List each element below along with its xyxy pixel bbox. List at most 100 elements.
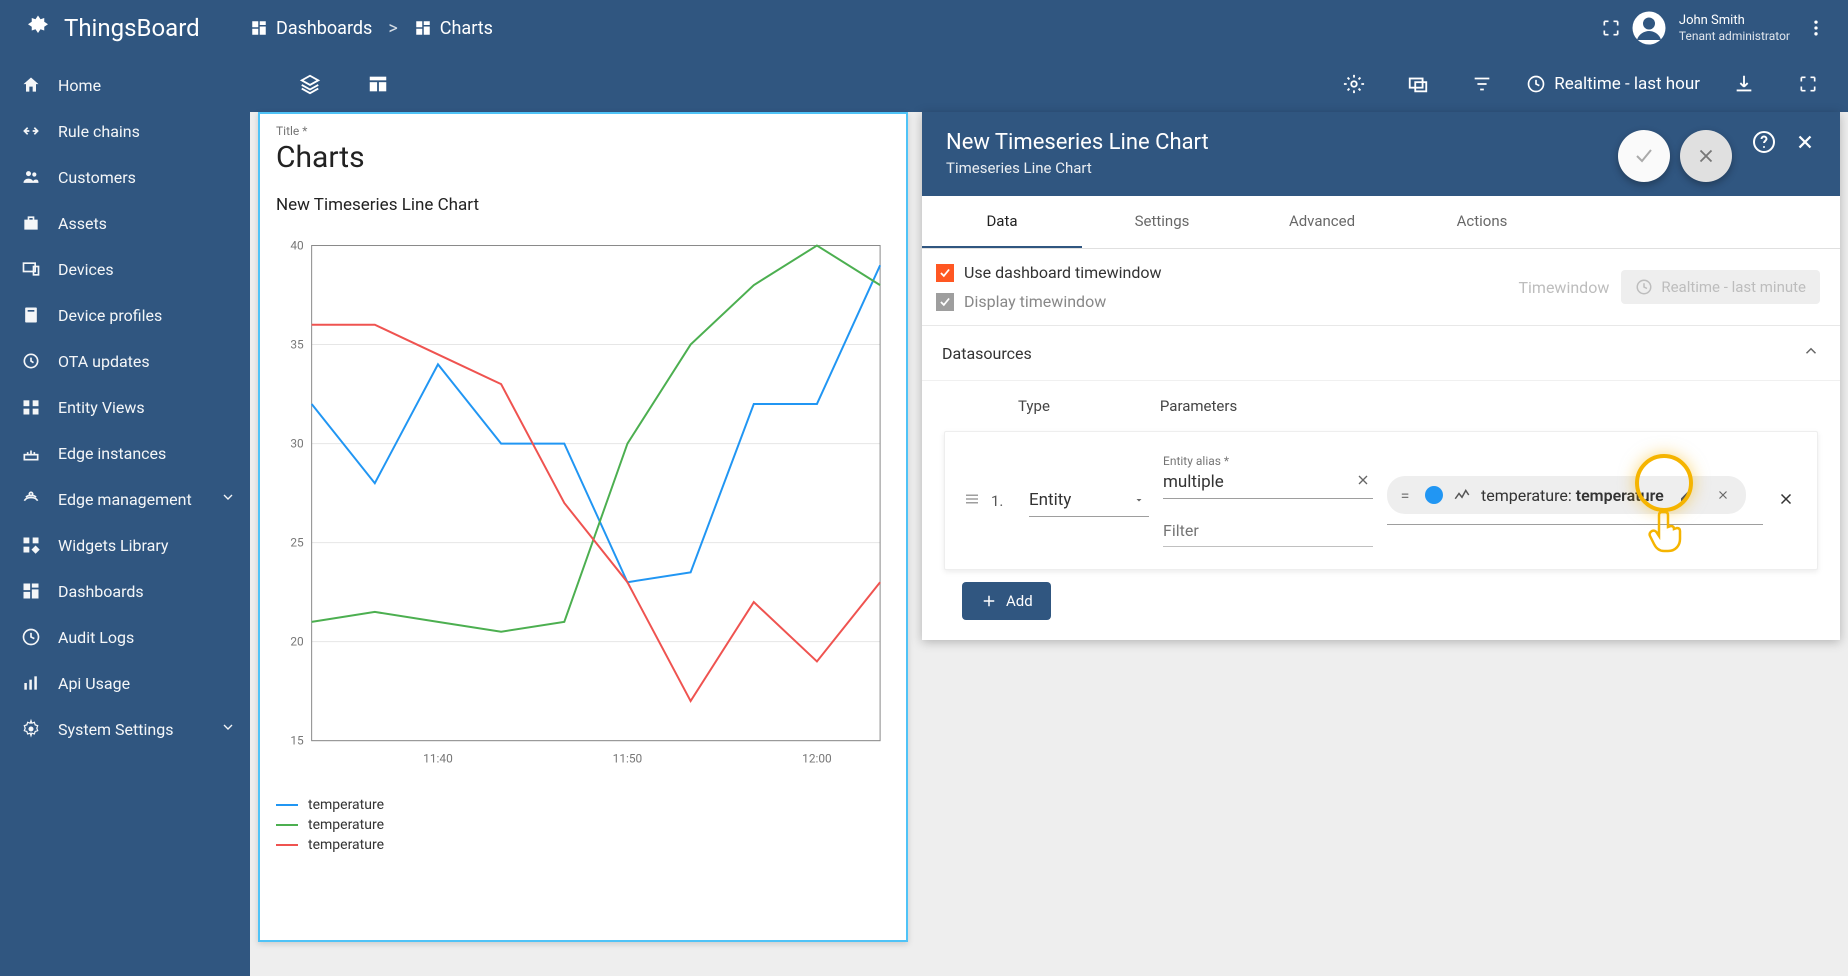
entity-alias-input[interactable] — [1163, 468, 1373, 499]
sidebar-item-edge-management[interactable]: Edge management — [0, 476, 250, 522]
legend-item[interactable]: temperature — [276, 817, 890, 833]
breadcrumb-current[interactable]: Charts — [414, 18, 493, 39]
chip-label: temperature: temperature — [1481, 486, 1664, 505]
close-button[interactable] — [1794, 131, 1816, 157]
drag-icon[interactable]: = — [1395, 485, 1415, 505]
topbar: ThingsBoard Dashboards > Charts John Smi… — [0, 0, 1848, 56]
cancel-button[interactable] — [1680, 130, 1732, 182]
add-datasource-button[interactable]: Add — [962, 582, 1051, 620]
tab-settings[interactable]: Settings — [1082, 196, 1242, 248]
title-label: Title * — [276, 124, 890, 138]
gear-button[interactable] — [1334, 64, 1374, 104]
sidebar-item-label: Customers — [58, 168, 136, 187]
user-role: Tenant administrator — [1679, 29, 1790, 43]
home-icon — [20, 74, 42, 96]
remove-row-button[interactable] — [1777, 490, 1795, 512]
svg-text:35: 35 — [290, 338, 304, 352]
export-button[interactable] — [1724, 64, 1764, 104]
timewindow-chip[interactable]: Realtime - last minute — [1621, 270, 1820, 304]
datakey-area[interactable]: = temperature: temperature — [1387, 476, 1763, 525]
edit-chip-button[interactable] — [1674, 482, 1700, 508]
dropdown-icon — [1133, 494, 1145, 506]
tab-advanced[interactable]: Advanced — [1242, 196, 1402, 248]
sidebar-item-customers[interactable]: Customers — [0, 154, 250, 200]
sidebar-item-widgets-library[interactable]: Widgets Library — [0, 522, 250, 568]
rule-chains-icon — [20, 120, 42, 142]
dashboard-title: Charts — [276, 140, 890, 175]
timeseries-icon — [1453, 486, 1471, 504]
chart-widget[interactable]: Title * Charts New Timeseries Line Chart… — [258, 112, 908, 942]
apply-button[interactable] — [1618, 130, 1670, 182]
sidebar-item-dashboards[interactable]: Dashboards — [0, 568, 250, 614]
svg-text:11:40: 11:40 — [423, 751, 453, 765]
sidebar-item-entity-views[interactable]: Entity Views — [0, 384, 250, 430]
svg-text:20: 20 — [290, 635, 303, 649]
widgets-icon — [20, 534, 42, 556]
sidebar-item-device-profiles[interactable]: Device profiles — [0, 292, 250, 338]
aliases-button[interactable] — [1398, 64, 1438, 104]
clear-alias-button[interactable] — [1355, 472, 1371, 492]
layers-button[interactable] — [290, 64, 330, 104]
sidebar-item-devices[interactable]: Devices — [0, 246, 250, 292]
user-block[interactable]: John Smith Tenant administrator — [1631, 10, 1796, 46]
add-label: Add — [1006, 592, 1033, 610]
fullscreen-button[interactable] — [1591, 8, 1631, 48]
col-type: Type — [1018, 397, 1050, 415]
brand[interactable]: ThingsBoard — [0, 12, 250, 44]
sidebar-item-api-usage[interactable]: Api Usage — [0, 660, 250, 706]
help-button[interactable] — [1752, 130, 1776, 158]
timewindow-button[interactable]: Realtime - last hour — [1526, 74, 1700, 94]
sidebar-item-home[interactable]: Home — [0, 62, 250, 108]
avatar-icon — [1631, 10, 1667, 46]
filter-button[interactable] — [1462, 64, 1502, 104]
datasources-header[interactable]: Datasources — [922, 326, 1840, 381]
sidebar-item-label: Dashboards — [58, 582, 144, 601]
tab-actions[interactable]: Actions — [1402, 196, 1562, 248]
clock-icon — [1635, 278, 1653, 296]
type-select[interactable]: Entity — [1029, 484, 1149, 517]
sidebar-item-system-settings[interactable]: System Settings — [0, 706, 250, 752]
breadcrumb: Dashboards > Charts — [250, 18, 493, 39]
sidebar-item-label: Assets — [58, 214, 107, 233]
timewindow-chip-label: Realtime - last minute — [1661, 278, 1806, 296]
datasource-columns: Type Parameters — [922, 381, 1840, 423]
widget-settings-panel: New Timeseries Line Chart Timeseries Lin… — [922, 112, 1840, 640]
chart-legend: temperature temperature temperature — [276, 797, 890, 853]
sidebar-item-label: Rule chains — [58, 122, 140, 141]
datakey-chip[interactable]: = temperature: temperature — [1387, 476, 1746, 514]
timewindow-label: Timewindow — [1518, 278, 1609, 297]
svg-text:15: 15 — [290, 734, 304, 748]
filter-input[interactable] — [1163, 517, 1373, 547]
plus-icon — [980, 592, 998, 610]
chart-area: 15202530354011:4011:5012:00 — [276, 223, 890, 783]
fullscreen-widget-button[interactable] — [1788, 64, 1828, 104]
use-dashboard-timewindow-checkbox[interactable]: Use dashboard timewindow — [936, 263, 1162, 282]
layout-button[interactable] — [358, 64, 398, 104]
sidebar-item-ota-updates[interactable]: OTA updates — [0, 338, 250, 384]
sidebar-item-label: Device profiles — [58, 306, 162, 325]
legend-label: temperature — [308, 817, 384, 833]
dashboard-icon — [250, 19, 268, 37]
sidebar-item-label: Audit Logs — [58, 628, 134, 647]
breadcrumb-root[interactable]: Dashboards — [250, 18, 372, 39]
sidebar-item-label: System Settings — [58, 720, 173, 739]
devices-icon — [20, 258, 42, 280]
legend-item[interactable]: temperature — [276, 797, 890, 813]
sidebar-item-audit-logs[interactable]: Audit Logs — [0, 614, 250, 660]
timewindow-label: Realtime - last hour — [1554, 74, 1700, 94]
legend-item[interactable]: temperature — [276, 837, 890, 853]
legend-label: temperature — [308, 797, 384, 813]
tab-data[interactable]: Data — [922, 196, 1082, 248]
display-timewindow-checkbox[interactable]: Display timewindow — [936, 292, 1162, 311]
customers-icon — [20, 166, 42, 188]
remove-chip-button[interactable] — [1710, 482, 1736, 508]
color-dot-icon[interactable] — [1425, 486, 1443, 504]
dashboard-toolbar: Realtime - last hour — [250, 56, 1848, 112]
chevron-up-icon — [1802, 342, 1820, 364]
sidebar-item-assets[interactable]: Assets — [0, 200, 250, 246]
sidebar-item-edge-instances[interactable]: Edge instances — [0, 430, 250, 476]
drag-handle-icon[interactable] — [963, 490, 981, 512]
use-dashboard-tw-label: Use dashboard timewindow — [964, 263, 1162, 282]
sidebar-item-rule-chains[interactable]: Rule chains — [0, 108, 250, 154]
more-button[interactable] — [1796, 8, 1836, 48]
